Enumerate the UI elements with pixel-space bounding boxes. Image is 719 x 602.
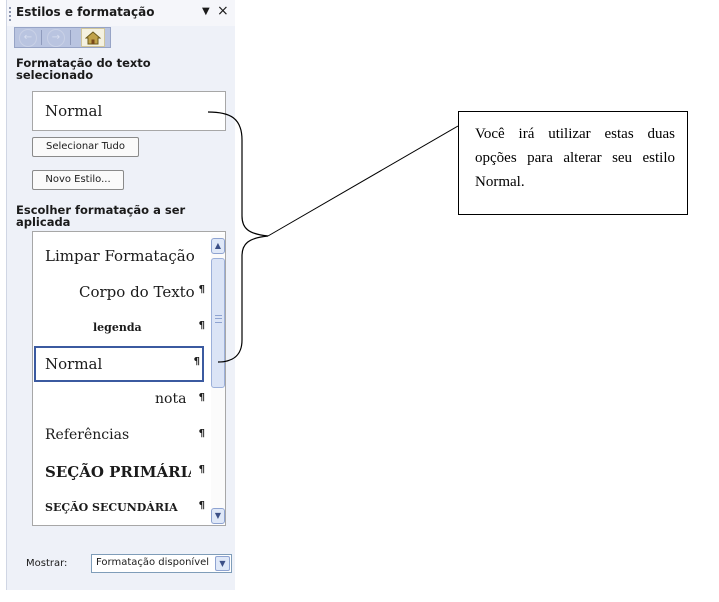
pointer-line bbox=[267, 125, 459, 237]
annotation-overlay bbox=[207, 111, 459, 363]
brace bbox=[207, 111, 269, 363]
